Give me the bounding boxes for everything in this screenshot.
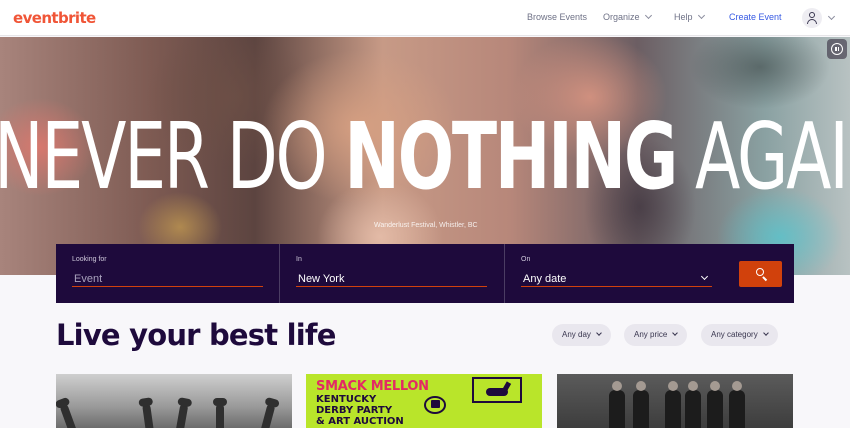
nav-browse-events-label: Browse Events bbox=[527, 12, 588, 22]
card-subtitle: KENTUCKY DERBY PARTY & ART AUCTION bbox=[316, 394, 404, 427]
chevron-down-icon bbox=[672, 330, 679, 336]
hero-banner: NEVER DO NOTHING AGAIN Wanderlust Festiv… bbox=[0, 37, 850, 275]
top-hat-icon bbox=[424, 396, 446, 414]
band-member bbox=[609, 381, 625, 428]
raised-hand-shape bbox=[213, 398, 227, 428]
horse-neck bbox=[501, 381, 512, 393]
search-bar: Looking for Event In New York On Any dat… bbox=[56, 244, 794, 303]
band-member bbox=[729, 381, 745, 428]
chevron-down-icon bbox=[762, 330, 769, 336]
user-icon bbox=[809, 12, 815, 18]
divider bbox=[504, 244, 505, 303]
location-label: In bbox=[296, 256, 302, 263]
card-title: SMACK MELLON bbox=[316, 379, 429, 394]
band-member bbox=[633, 381, 649, 428]
event-card-band[interactable] bbox=[557, 374, 793, 428]
band-member bbox=[665, 381, 681, 428]
hero-photo-credit: Wanderlust Festival, Whistler, BC bbox=[374, 222, 478, 229]
band-member bbox=[707, 381, 723, 428]
search-button[interactable] bbox=[739, 261, 782, 287]
hero-headline-part-3: AGAIN bbox=[695, 103, 850, 210]
chevron-down-icon bbox=[644, 11, 652, 20]
event-input-underline bbox=[72, 286, 263, 287]
event-card-concert[interactable] bbox=[56, 374, 292, 428]
date-select[interactable]: Any date bbox=[523, 273, 566, 285]
band-member bbox=[685, 381, 701, 428]
pause-icon bbox=[831, 43, 843, 55]
search-icon-handle bbox=[762, 276, 768, 282]
top-nav: eventbrite Browse Events Organize Help C… bbox=[0, 0, 850, 36]
chevron-down-icon[interactable] bbox=[827, 12, 836, 21]
pause-button[interactable] bbox=[827, 39, 847, 59]
eventbrite-logo[interactable]: eventbrite bbox=[13, 9, 96, 27]
hero-headline-part-2: NOTHING bbox=[344, 103, 678, 210]
create-event-link[interactable]: Create Event bbox=[729, 12, 782, 22]
event-card-kentucky-derby[interactable]: SMACK MELLON KENTUCKY DERBY PARTY & ART … bbox=[306, 374, 542, 428]
avatar[interactable] bbox=[802, 8, 822, 28]
card-subtitle-line-2: DERBY PARTY bbox=[316, 405, 393, 416]
chevron-down-icon bbox=[700, 272, 709, 281]
nav-organize[interactable]: Organize bbox=[603, 11, 652, 22]
raised-hand-shape bbox=[260, 403, 276, 428]
date-select-underline bbox=[521, 286, 712, 287]
event-search-input[interactable]: Event bbox=[74, 273, 102, 285]
raised-hand-shape bbox=[59, 403, 77, 428]
search-icon bbox=[756, 268, 764, 276]
chevron-down-icon bbox=[697, 11, 705, 20]
filter-any-category-label: Any category bbox=[711, 330, 758, 339]
filter-any-price-label: Any price bbox=[634, 330, 668, 339]
looking-for-label: Looking for bbox=[72, 256, 107, 263]
section-title: Live your best life bbox=[56, 318, 336, 352]
nav-organize-label: Organize bbox=[603, 12, 640, 22]
date-label: On bbox=[521, 256, 531, 263]
hero-headline-part-1: NEVER DO bbox=[0, 103, 345, 210]
filter-any-category[interactable]: Any category bbox=[701, 324, 778, 346]
filter-any-day-label: Any day bbox=[562, 330, 591, 339]
location-input[interactable]: New York bbox=[298, 273, 344, 285]
user-icon-body bbox=[807, 19, 817, 24]
top-hat-crown bbox=[431, 400, 440, 408]
nav-browse-events[interactable]: Browse Events bbox=[527, 12, 587, 22]
horse-icon bbox=[472, 377, 522, 403]
hero-headline: NEVER DO NOTHING AGAIN bbox=[0, 111, 850, 203]
nav-help-label: Help bbox=[674, 12, 693, 22]
raised-hand-shape bbox=[142, 403, 154, 428]
divider bbox=[279, 244, 280, 303]
nav-help[interactable]: Help bbox=[674, 11, 705, 22]
filter-any-day[interactable]: Any day bbox=[552, 324, 611, 346]
location-input-underline bbox=[296, 286, 487, 287]
raised-hand-shape bbox=[175, 403, 189, 428]
card-subtitle-line-3: & ART AUCTION bbox=[316, 416, 404, 427]
filter-any-price[interactable]: Any price bbox=[624, 324, 688, 346]
chevron-down-icon bbox=[596, 330, 602, 336]
card-subtitle-line-1: KENTUCKY bbox=[316, 394, 377, 405]
